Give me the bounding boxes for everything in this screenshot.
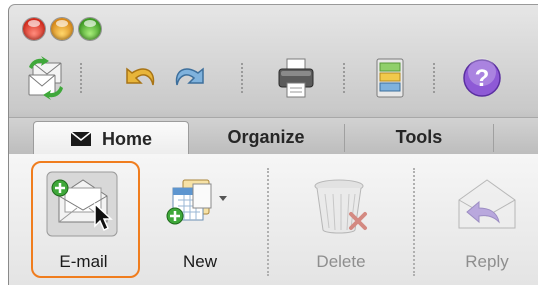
new-item-label: New [182, 252, 217, 271]
delete-button[interactable]: Delete [291, 164, 391, 276]
reply-label: Reply [465, 252, 509, 271]
delete-label: Delete [316, 252, 366, 271]
new-item-button[interactable]: New [155, 164, 245, 276]
new-email-button[interactable]: E-mail [35, 164, 132, 276]
new-email-icon [46, 171, 118, 237]
delete-icon [314, 179, 367, 234]
tab-home-label: Home [101, 128, 152, 149]
tab-organize-label: Organize [227, 127, 305, 147]
redo-button[interactable] [167, 55, 213, 101]
close-button[interactable] [23, 18, 45, 40]
tab-tools[interactable]: Tools [347, 121, 491, 154]
undo-button[interactable] [117, 55, 163, 101]
outlook-window: ? Home Organize Tools E-mail New Delete … [8, 4, 538, 285]
help-icon: ? [463, 58, 501, 97]
envelope-icon [70, 131, 92, 146]
print-button[interactable] [273, 55, 319, 101]
new-email-label: E-mail [59, 252, 108, 271]
new-item-icon [166, 179, 227, 225]
reply-icon [458, 179, 516, 229]
ribbon-tab-bar: Home Organize Tools [9, 117, 538, 156]
print-icon [278, 58, 314, 98]
toolbox-icon [376, 58, 404, 98]
send-receive-button[interactable] [23, 55, 69, 101]
redo-icon [175, 67, 204, 86]
tab-organize[interactable]: Organize [193, 121, 339, 154]
svg-text:?: ? [475, 65, 490, 92]
home-ribbon: E-mail New Delete Reply [9, 154, 538, 285]
minimize-button[interactable] [51, 18, 73, 40]
help-button[interactable]: ? [459, 55, 505, 101]
undo-icon [126, 67, 155, 86]
zoom-button[interactable] [79, 18, 101, 40]
toolbox-button[interactable] [367, 55, 413, 101]
send-receive-icon [28, 56, 63, 100]
tab-home[interactable]: Home [33, 121, 189, 156]
reply-button[interactable]: Reply [437, 164, 537, 276]
tab-tools-label: Tools [395, 127, 443, 147]
